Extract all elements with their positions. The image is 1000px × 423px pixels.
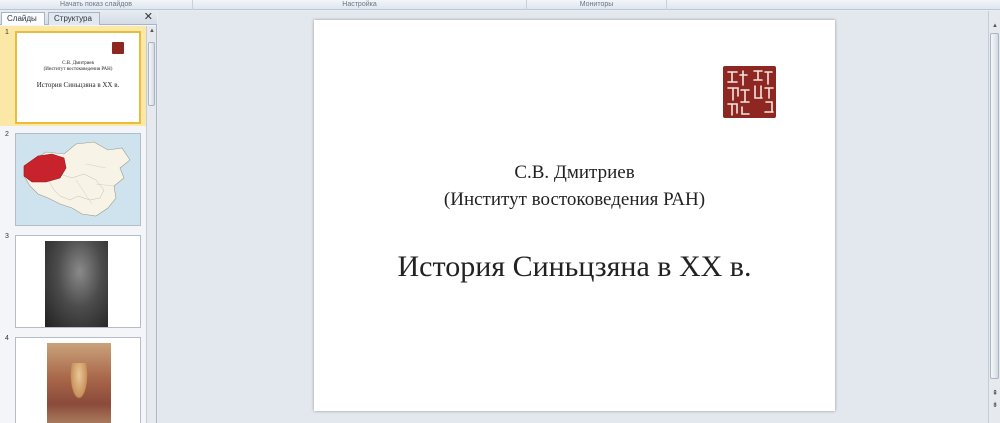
slide-thumbnail-4[interactable]: 4 bbox=[0, 332, 146, 423]
ribbon-group-monitors: Мониторы bbox=[527, 0, 667, 10]
ribbon-group-strip: Начать показ слайдов Настройка Мониторы bbox=[0, 0, 1000, 10]
slide-thumbnail-preview[interactable] bbox=[15, 235, 141, 328]
next-slide-icon[interactable]: ⇟ bbox=[990, 401, 1000, 411]
buddha-figure bbox=[69, 363, 89, 403]
slide-number: 4 bbox=[5, 335, 9, 342]
scrollbar-thumb[interactable] bbox=[990, 33, 999, 379]
scroll-up-icon[interactable]: ▲ bbox=[989, 21, 1000, 31]
tab-outline[interactable]: Структура bbox=[48, 12, 100, 25]
thumb-affiliation: (Институт востоковедения РАН) bbox=[43, 67, 113, 72]
seal-image bbox=[723, 66, 776, 118]
close-pane-icon[interactable]: ✕ bbox=[144, 11, 153, 24]
scrollbar-thumb[interactable] bbox=[148, 42, 155, 106]
slide-title[interactable]: История Синьцзяна в XX в. bbox=[314, 250, 835, 284]
scroll-up-icon[interactable]: ▲ bbox=[147, 26, 157, 36]
thumb-author: С.В. Дмитриев (Институт востоковедения Р… bbox=[17, 61, 139, 73]
seal-image bbox=[112, 42, 124, 54]
pane-tab-bar: Слайды Структура ✕ bbox=[0, 11, 157, 25]
ribbon-group-start-slideshow: Начать показ слайдов bbox=[0, 0, 193, 10]
slide-number: 3 bbox=[5, 233, 9, 240]
china-map-image bbox=[23, 141, 131, 217]
slide-thumbnail-1[interactable]: 1 С.В. Дмитриев (Институт востоковедения… bbox=[0, 26, 146, 126]
previous-slide-icon[interactable]: ⇞ bbox=[990, 389, 1000, 399]
thumbnail-scrollbar[interactable]: ▲ bbox=[146, 26, 156, 423]
fresco-image bbox=[47, 343, 111, 423]
slide-thumbnail-preview[interactable] bbox=[15, 337, 141, 423]
slide-thumbnail-2[interactable]: 2 bbox=[0, 128, 146, 228]
slide-author[interactable]: С.В. Дмитриев bbox=[314, 159, 835, 186]
historical-photo-image bbox=[45, 241, 108, 327]
slide-affiliation[interactable]: (Институт востоковедения РАН) bbox=[314, 186, 835, 213]
current-slide[interactable]: С.В. Дмитриев (Институт востоковедения Р… bbox=[314, 20, 835, 411]
slide-number: 2 bbox=[5, 131, 9, 138]
slides-pane: Слайды Структура ✕ 1 С.В. Дмитриев (Инст… bbox=[0, 11, 157, 423]
slide-scrollbar[interactable]: ▲ ⇞ ⇟ bbox=[988, 11, 1000, 423]
slide-thumbnail-list: 1 С.В. Дмитриев (Институт востоковедения… bbox=[0, 26, 146, 423]
tab-slides[interactable]: Слайды bbox=[1, 12, 45, 25]
slide-thumbnail-preview[interactable]: С.В. Дмитриев (Институт востоковедения Р… bbox=[15, 31, 141, 124]
ribbon-group-setup: Настройка bbox=[193, 0, 527, 10]
slide-editing-area: С.В. Дмитриев (Институт востоковедения Р… bbox=[158, 11, 988, 423]
slide-thumbnail-preview[interactable] bbox=[15, 133, 141, 226]
thumb-title: История Синьцзяна в XX в. bbox=[36, 81, 120, 89]
slide-thumbnail-3[interactable]: 3 bbox=[0, 230, 146, 330]
slide-number: 1 bbox=[5, 29, 9, 36]
